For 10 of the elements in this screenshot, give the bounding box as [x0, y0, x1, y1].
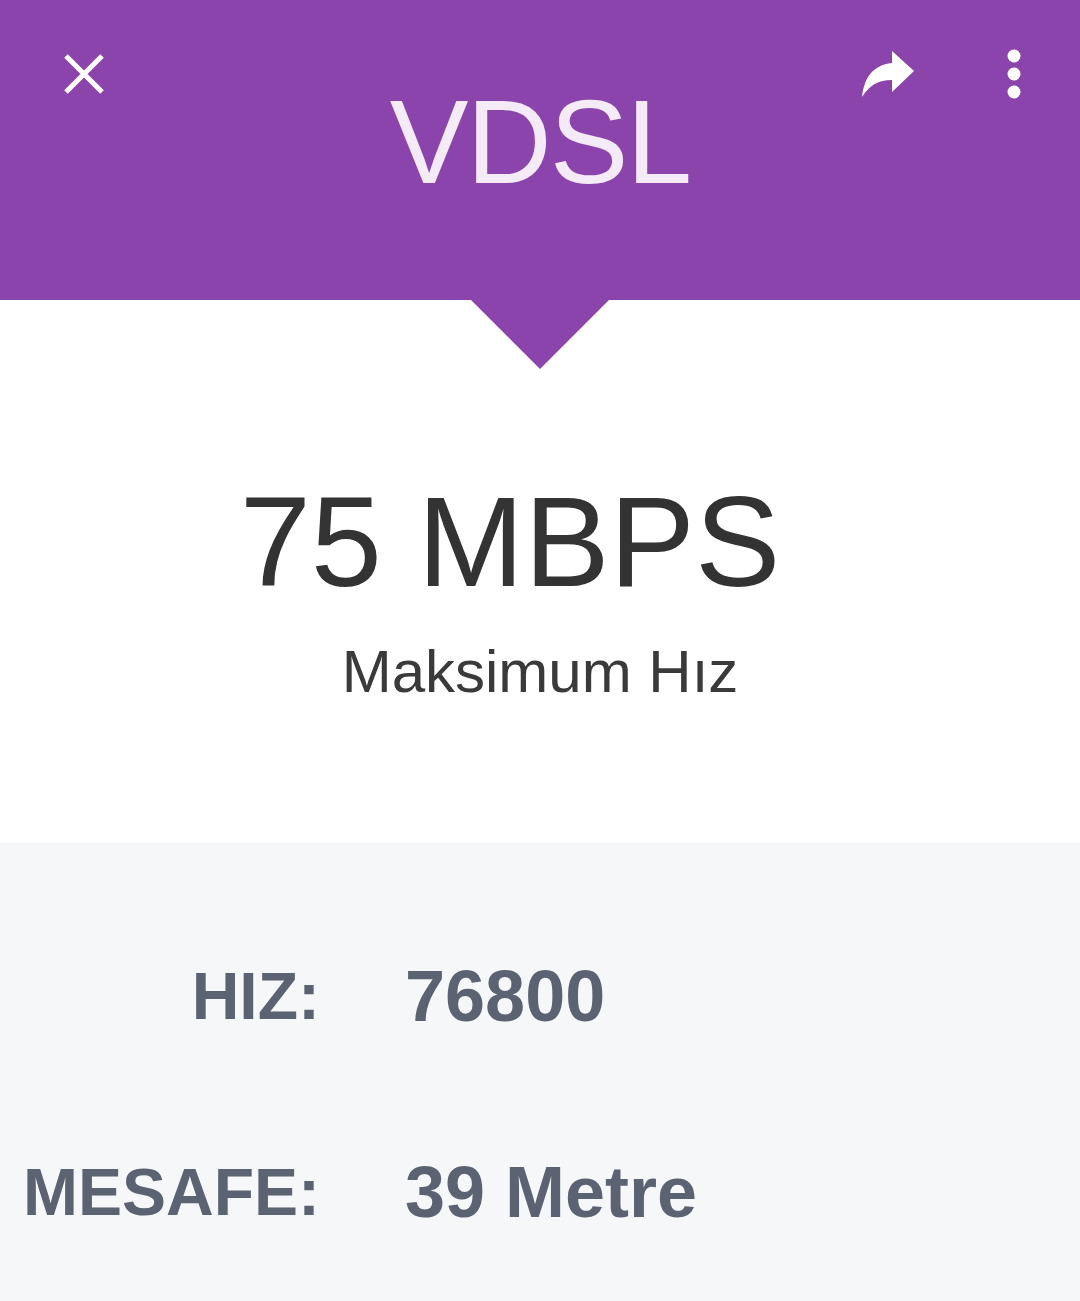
detail-value: 76800: [405, 955, 607, 1038]
close-icon: [62, 52, 106, 96]
detail-value: 39 Metre: [405, 1151, 699, 1234]
speed-value: 75 MBPS: [239, 472, 781, 612]
page-title: VDSL: [389, 82, 691, 202]
more-icon: [1007, 49, 1021, 99]
share-icon: [860, 51, 916, 97]
detail-label: MESAFE:: [22, 1154, 320, 1231]
speed-caption: Maksimum Hız: [341, 637, 739, 707]
detail-label: HIZ:: [190, 958, 320, 1035]
